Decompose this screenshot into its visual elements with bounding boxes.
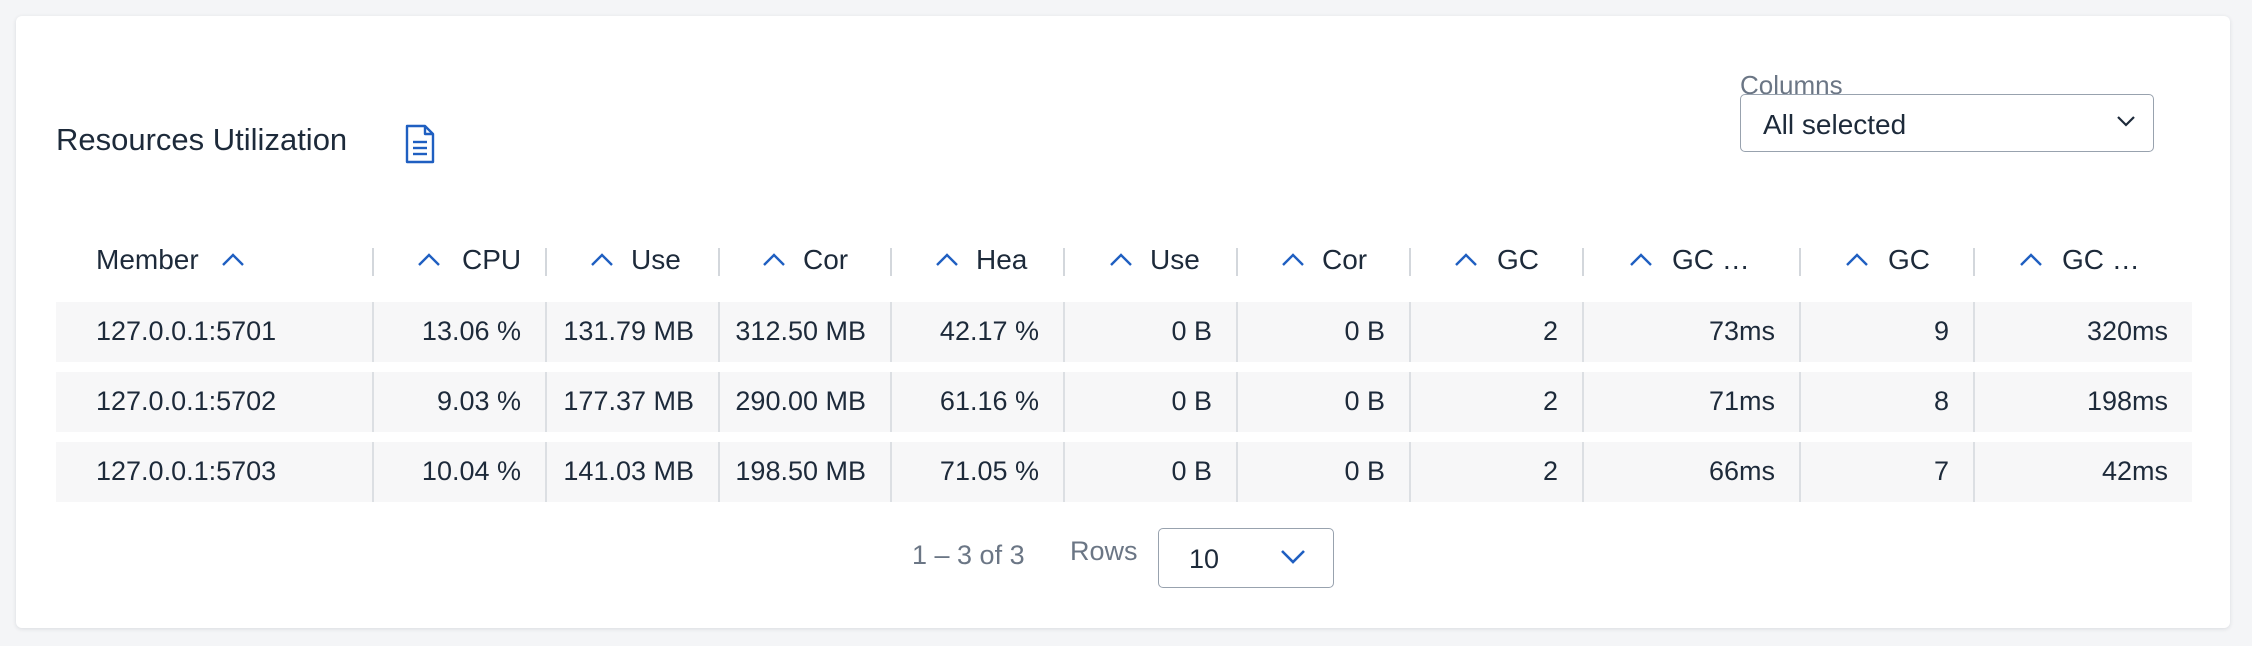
cell-cpu: 9.03 % [436,386,521,416]
column-separator[interactable] [718,248,720,276]
table-row[interactable]: 127.0.0.1:5701 13.06 % 131.79 MB 312.50 … [56,302,2192,362]
column-header-gc-major-count[interactable]: GC [1844,238,1990,286]
column-header-label: Use [1150,244,1200,275]
cell-gc-major-count: 9 [1933,316,1949,346]
column-separator[interactable] [1063,248,1065,276]
cell-used-memory: 177.37 MB [563,386,694,416]
cell-gc-major-time: 320ms [2086,316,2168,346]
card-title: Resources Utilization [56,122,348,157]
chevron-up-icon [1846,253,1868,266]
column-separator[interactable] [1799,248,1801,276]
chevron-up-icon [1110,253,1132,266]
column-header-cpu[interactable]: CPU [416,238,562,286]
column-header-committed-memory[interactable]: Cor [761,238,907,286]
cell-committed-native: 0 B [1344,386,1385,416]
cell-cpu: 10.04 % [421,456,521,486]
column-separator[interactable] [1582,248,1584,276]
column-header-gc-minor-time[interactable]: GC … [1628,238,1828,286]
cell-gc-major-count: 7 [1933,456,1949,486]
table-row[interactable]: 127.0.0.1:5703 10.04 % 141.03 MB 198.50 … [56,442,2192,502]
chevron-up-icon [1630,253,1652,266]
column-separator[interactable] [372,248,374,276]
column-header-member[interactable]: Member [96,238,356,286]
cell-used-native: 0 B [1171,386,1212,416]
chevron-down-icon [2117,116,2135,127]
chevron-down-icon [1281,550,1305,564]
cell-gc-major-time: 42ms [2101,456,2168,486]
cell-heap: 42.17 % [939,316,1039,346]
cell-used-native: 0 B [1171,456,1212,486]
column-header-label: GC … [1672,244,1750,275]
table-header: Member CPU Use Cor Hea Use Cor GC GC … G… [56,238,2192,286]
chevron-up-icon [763,253,785,266]
column-header-label: Hea [976,244,1028,275]
column-header-label: GC [1497,244,1539,275]
cell-gc-minor-count: 2 [1542,386,1558,416]
cell-committed-native: 0 B [1344,316,1385,346]
columns-select-value: All selected [1763,109,1907,140]
cell-heap: 61.16 % [939,386,1039,416]
cell-gc-major-count: 8 [1933,386,1949,416]
column-header-label: GC [1888,244,1930,275]
column-separator[interactable] [1973,248,1975,276]
column-header-used-native[interactable]: Use [1108,238,1254,286]
cell-gc-minor-count: 2 [1542,316,1558,346]
column-header-label: CPU [462,244,522,275]
chevron-up-icon [222,253,244,266]
table-row[interactable]: 127.0.0.1:5702 9.03 % 177.37 MB 290.00 M… [56,372,2192,432]
cell-gc-minor-count: 2 [1542,456,1558,486]
cell-committed-memory: 198.50 MB [735,456,866,486]
column-header-label: Member [96,244,199,275]
column-header-label: GC … [2062,244,2140,275]
cell-used-native: 0 B [1171,316,1212,346]
rows-per-page-label: Rows [1070,536,1138,566]
chevron-up-icon [2020,253,2042,266]
cell-committed-memory: 312.50 MB [735,316,866,346]
cell-gc-major-time: 198ms [2086,386,2168,416]
cell-member: 127.0.0.1:5703 [96,456,277,486]
column-header-label: Cor [1322,244,1368,275]
column-header-label: Cor [803,244,849,275]
rows-per-page-value: 10 [1189,544,1220,574]
chevron-up-icon [591,253,613,266]
column-header-heap[interactable]: Hea [934,238,1080,286]
rows-per-page-select[interactable]: 10 [1158,528,1334,588]
document-icon[interactable] [404,124,436,164]
column-separator[interactable] [890,248,892,276]
cell-used-memory: 131.79 MB [563,316,694,346]
column-header-label: Use [631,244,681,275]
cell-committed-memory: 290.00 MB [735,386,866,416]
column-header-gc-major-time[interactable]: GC … [2018,238,2188,286]
column-header-committed-native[interactable]: Cor [1280,238,1426,286]
cell-committed-native: 0 B [1344,456,1385,486]
column-header-gc-minor-count[interactable]: GC [1453,238,1599,286]
column-separator[interactable] [545,248,547,276]
cell-gc-minor-time: 73ms [1708,316,1775,346]
cell-heap: 71.05 % [939,456,1039,486]
chevron-up-icon [936,253,958,266]
column-header-used-memory[interactable]: Use [589,238,735,286]
cell-member: 127.0.0.1:5701 [96,316,277,346]
pagination-range: 1 – 3 of 3 [912,540,1025,570]
column-separator[interactable] [1236,248,1238,276]
column-separator[interactable] [1409,248,1411,276]
chevron-up-icon [418,253,440,266]
cell-gc-minor-time: 71ms [1708,386,1775,416]
cell-used-memory: 141.03 MB [563,456,694,486]
cell-member: 127.0.0.1:5702 [96,386,277,416]
cell-cpu: 13.06 % [421,316,521,346]
chevron-up-icon [1455,253,1477,266]
chevron-up-icon [1282,253,1304,266]
columns-select[interactable]: All selected [1740,94,2154,152]
cell-gc-minor-time: 66ms [1708,456,1775,486]
